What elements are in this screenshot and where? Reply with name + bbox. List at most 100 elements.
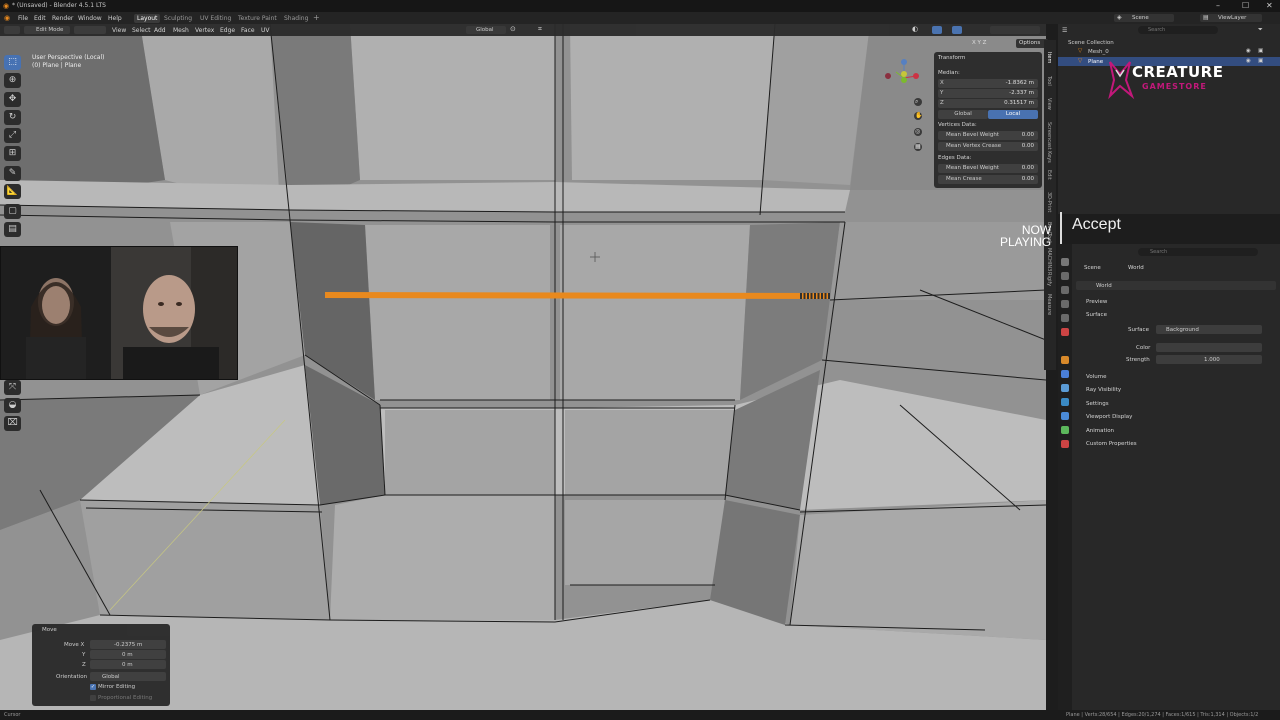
shading-buttons[interactable] [990, 26, 1040, 34]
scene-collection[interactable]: Scene Collection [1068, 40, 1114, 46]
rip-icon[interactable]: ⌧ [4, 416, 21, 431]
menu-edit[interactable]: Edit [34, 15, 46, 22]
tab-layout[interactable]: Layout [134, 14, 161, 23]
mean-bevel-weight-field[interactable]: Mean Bevel Weight 0.00 [938, 131, 1038, 140]
view-layer-selector[interactable]: ▤ ViewLayer [1200, 14, 1262, 22]
panel-custom-properties[interactable]: Custom Properties [1086, 441, 1137, 447]
close-icon[interactable]: ✕ [1266, 1, 1273, 10]
sidebar-tab-tool[interactable]: Tool [1046, 76, 1052, 86]
median-y-field[interactable]: Y -2.337 m [938, 89, 1038, 98]
tab-sculpting[interactable]: Sculpting [164, 15, 192, 22]
modifier-props-icon[interactable] [1061, 370, 1069, 378]
tool-props-icon[interactable] [1061, 258, 1069, 266]
scale-icon[interactable]: ⤢ [4, 128, 21, 143]
global-toggle[interactable]: Global [938, 110, 988, 119]
output-props-icon[interactable] [1061, 286, 1069, 294]
tab-shading[interactable]: Shading [284, 15, 308, 22]
menu-file[interactable]: File [18, 15, 28, 22]
blender-menu-icon[interactable]: ◉ [4, 14, 10, 22]
sidebar-tab-3dprint[interactable]: 3D-Print [1046, 192, 1052, 212]
select-box-icon[interactable]: ⬚ [4, 55, 21, 70]
menu-uv[interactable]: UV [261, 27, 270, 34]
panel-animation[interactable]: Animation [1086, 428, 1114, 434]
menu-vertex[interactable]: Vertex [195, 27, 214, 34]
camera-restrict-icon[interactable]: ▣ [1258, 48, 1263, 54]
gizmo-toggle[interactable] [932, 26, 942, 34]
pan-hand-icon[interactable]: ✋ [915, 112, 922, 119]
median-z-field[interactable]: Z 0.31517 m [938, 99, 1038, 108]
menu-add[interactable]: Add [154, 27, 166, 34]
overlay-toggle[interactable] [952, 26, 962, 34]
add-workspace-icon[interactable]: + [313, 13, 320, 22]
eye-icon[interactable]: ◉ [1246, 48, 1251, 54]
minimize-icon[interactable]: – [1216, 1, 1220, 10]
tab-texture-paint[interactable]: Texture Paint [238, 15, 277, 22]
material-props-icon[interactable] [1061, 440, 1069, 448]
color-field[interactable] [1156, 343, 1262, 352]
world-datablock-selector[interactable]: World [1076, 281, 1276, 290]
mode-selector[interactable]: Edit Mode [24, 26, 70, 34]
strength-field[interactable]: 1.000 [1156, 355, 1262, 364]
mirror-axes[interactable]: X Y Z [972, 40, 986, 46]
move-z-field[interactable]: 0 m [90, 660, 166, 669]
rotate-icon[interactable]: ↻ [4, 110, 21, 125]
menu-edge[interactable]: Edge [220, 27, 235, 34]
menu-render[interactable]: Render [52, 15, 73, 22]
local-toggle[interactable]: Local [988, 110, 1038, 119]
transform-panel-title[interactable]: Transform [938, 55, 965, 61]
camera-restrict-icon[interactable]: ▣ [1258, 58, 1263, 64]
navigation-gizmo[interactable] [880, 54, 930, 154]
panel-ray-visibility[interactable]: Ray Visibility [1086, 387, 1121, 393]
transform-icon[interactable]: ⊞ [4, 146, 21, 161]
properties-search-input[interactable]: Search [1138, 248, 1258, 256]
sidebar-tab-item[interactable]: Item [1046, 52, 1052, 63]
proportional-editing-checkbox[interactable] [90, 695, 96, 701]
menu-mesh[interactable]: Mesh [173, 27, 189, 34]
select-mode-buttons[interactable] [74, 26, 106, 34]
maximize-icon[interactable]: ☐ [1242, 1, 1249, 10]
menu-select[interactable]: Select [132, 27, 151, 34]
extrude-icon[interactable]: ▤ [4, 222, 21, 237]
move-x-field[interactable]: -0.2375 m [90, 640, 166, 649]
camera-icon[interactable]: ◎ [915, 128, 920, 135]
panel-settings[interactable]: Settings [1086, 401, 1109, 407]
orientation-dropdown[interactable]: Global [90, 672, 166, 681]
menu-window[interactable]: Window [78, 15, 102, 22]
menu-face[interactable]: Face [241, 27, 255, 34]
menu-view[interactable]: View [112, 27, 126, 34]
panel-viewport-display[interactable]: Viewport Display [1086, 414, 1132, 420]
outliner-editor-icon[interactable]: ☰ [1062, 27, 1067, 34]
scene-selector[interactable]: ◈ Scene [1114, 14, 1174, 22]
visibility-icon[interactable]: ◐ [912, 25, 918, 33]
view-layer-props-icon[interactable] [1061, 300, 1069, 308]
tab-uv-editing[interactable]: UV Editing [200, 15, 231, 22]
constraints-props-icon[interactable] [1061, 412, 1069, 420]
annotate-icon[interactable]: ✎ [4, 166, 21, 181]
mean-vertex-crease-field[interactable]: Mean Vertex Crease 0.00 [938, 142, 1038, 151]
panel-volume[interactable]: Volume [1086, 374, 1106, 380]
sidebar-tab-edit[interactable]: Edit [1046, 170, 1052, 180]
move-y-field[interactable]: 0 m [90, 650, 166, 659]
menu-help[interactable]: Help [108, 15, 122, 22]
filter-icon[interactable]: ⏷ [1258, 26, 1263, 34]
mirror-editing-checkbox[interactable]: ✓ [90, 684, 96, 690]
surface-shader-field[interactable]: Background [1156, 325, 1262, 334]
world-props-icon[interactable] [1061, 328, 1069, 336]
add-cube-icon[interactable]: ▢ [4, 204, 21, 219]
mean-crease-field[interactable]: Mean Crease 0.00 [938, 175, 1038, 184]
sidebar-tab-measure[interactable]: Measure [1046, 294, 1052, 315]
shear-icon[interactable]: ⤧ [4, 380, 21, 395]
measure-icon[interactable]: 📐 [4, 184, 21, 199]
data-props-icon[interactable] [1061, 426, 1069, 434]
median-x-field[interactable]: X -1.8362 m [938, 79, 1038, 88]
panel-preview[interactable]: Preview [1086, 299, 1107, 305]
outliner-item-mesh0[interactable]: ▽ Mesh_0 ◉ ▣ [1058, 48, 1280, 56]
panel-surface[interactable]: Surface [1086, 312, 1107, 318]
grid-view-icon[interactable]: ▦ [915, 143, 921, 150]
cursor-icon[interactable]: ⊕ [4, 73, 21, 88]
sidebar-tab-rigify[interactable]: Rigify [1046, 272, 1052, 286]
transform-orientation-dropdown[interactable]: Global [466, 26, 506, 34]
move-panel-title[interactable]: Move [42, 627, 57, 633]
physics-props-icon[interactable] [1061, 398, 1069, 406]
smooth-icon[interactable]: ◒ [4, 398, 21, 413]
